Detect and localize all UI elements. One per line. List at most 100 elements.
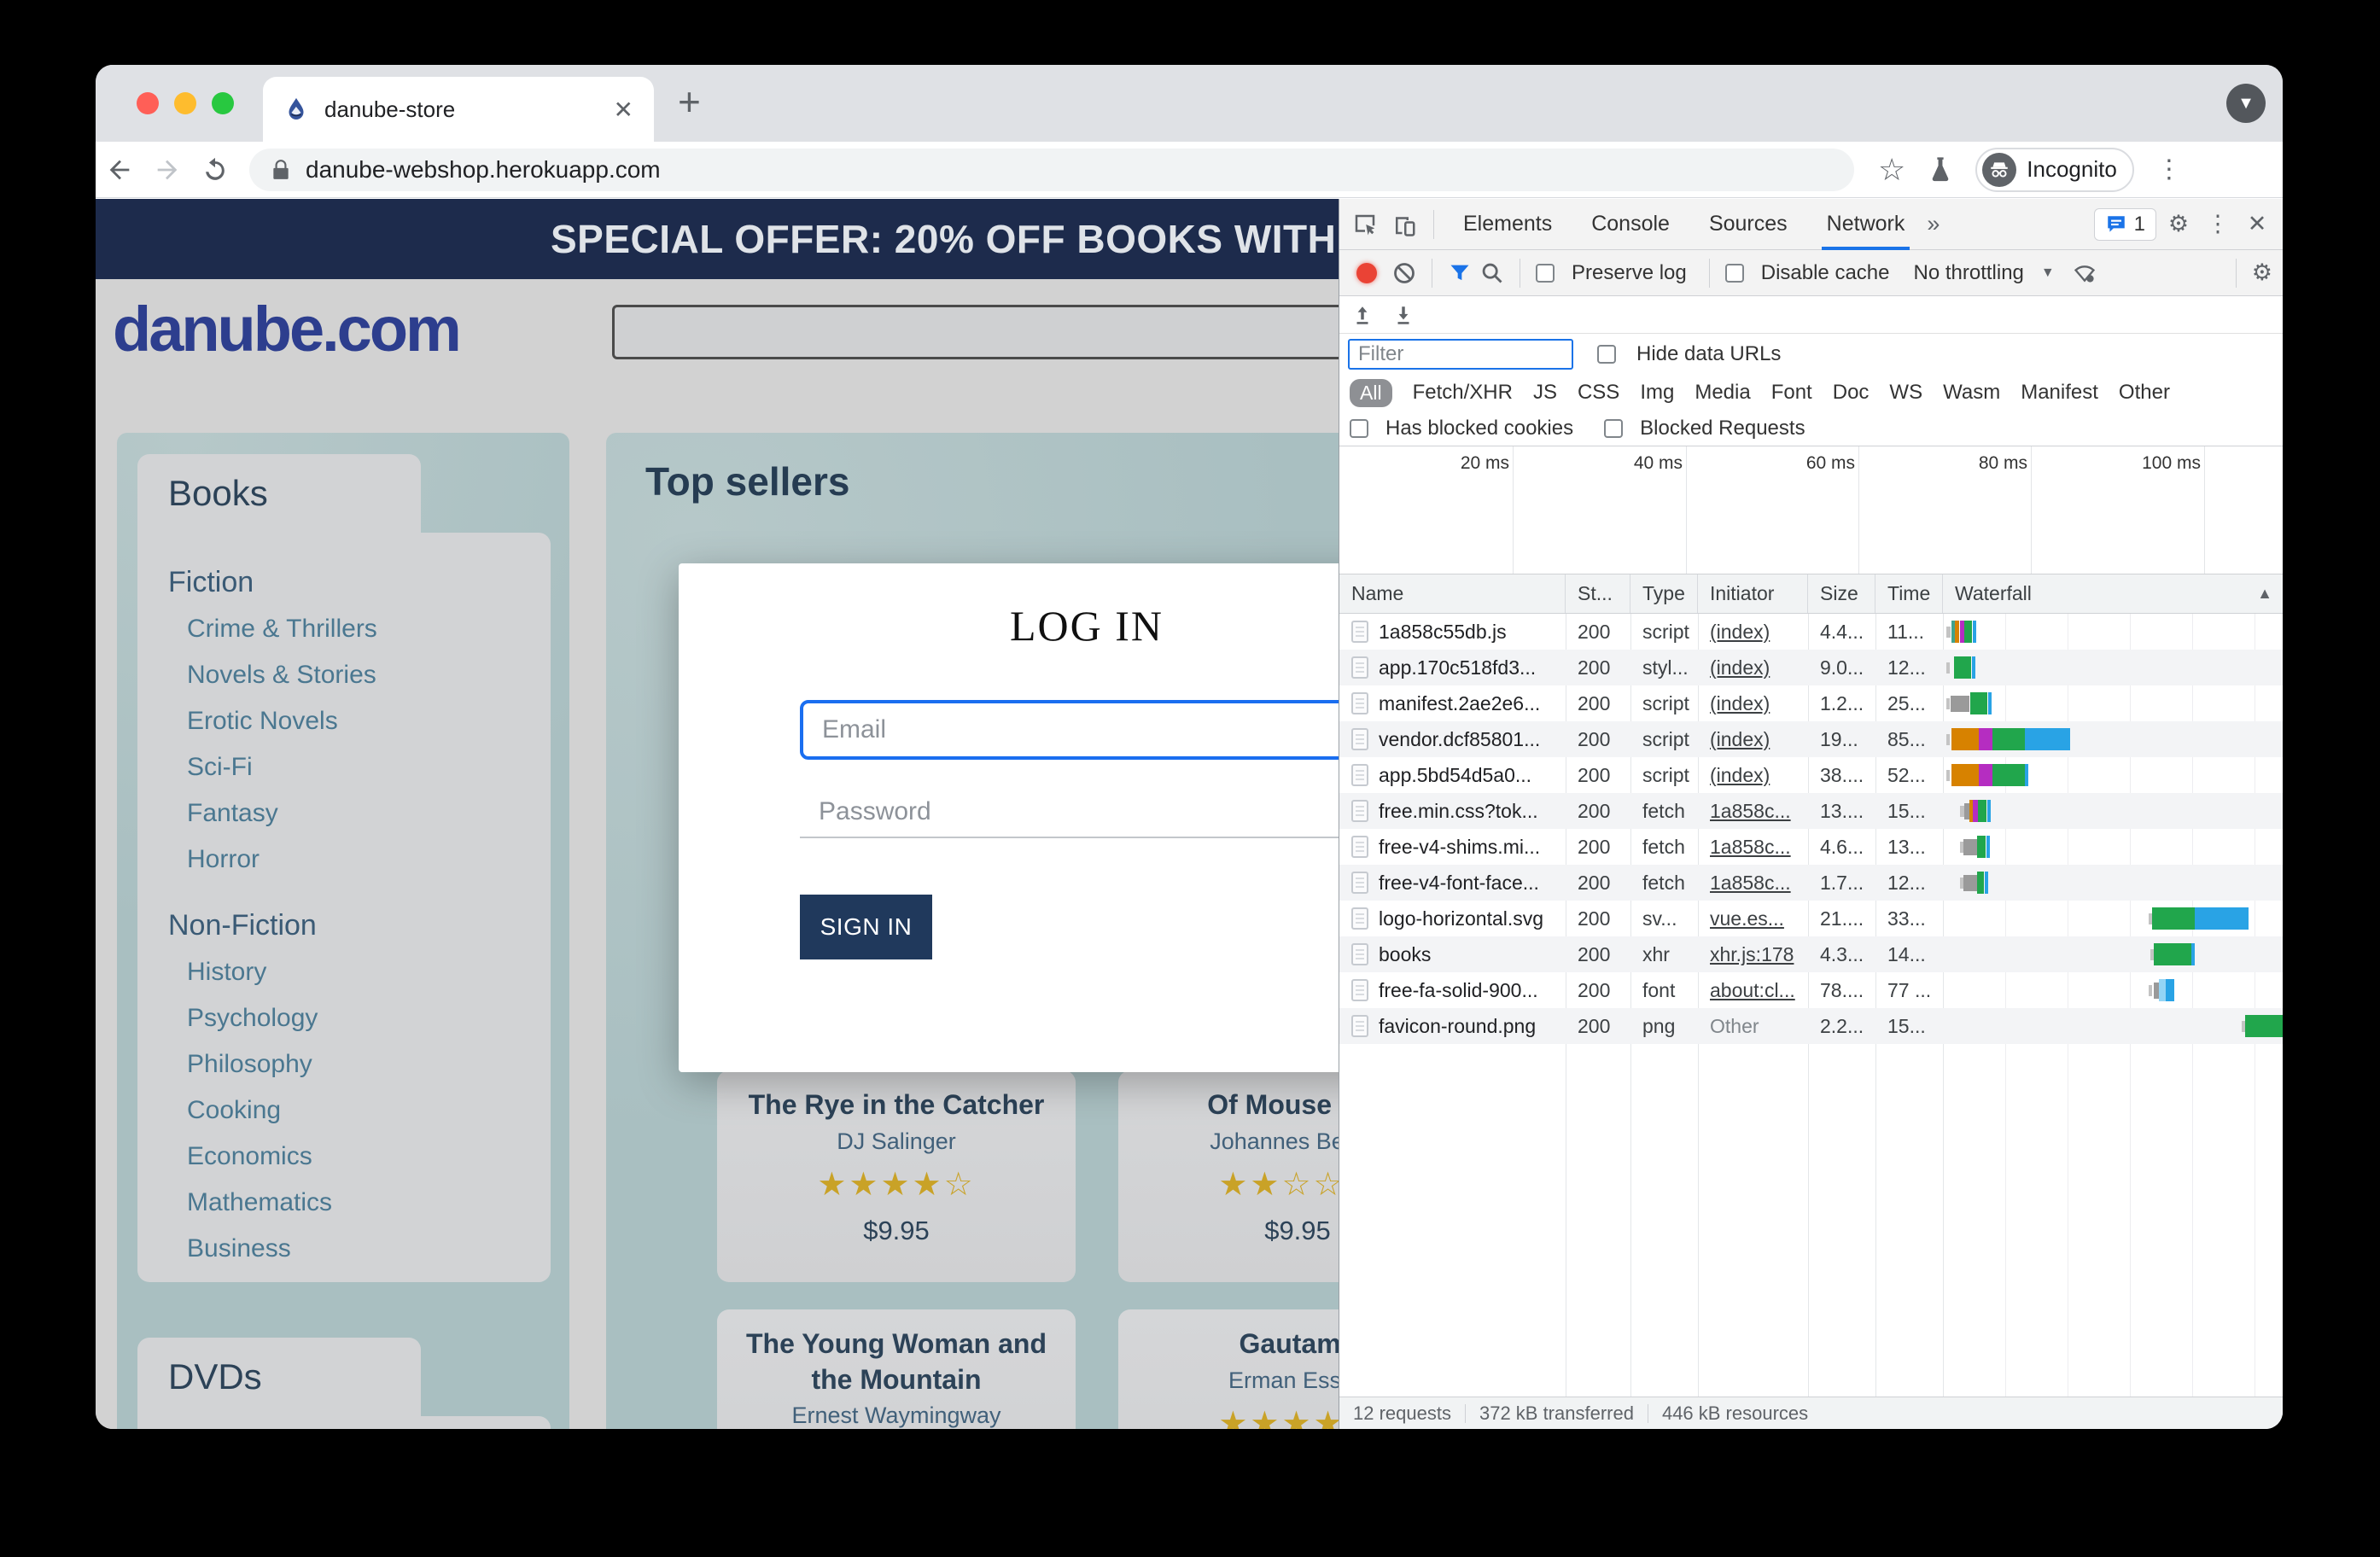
tab-console[interactable]: Console [1574, 199, 1687, 250]
issues-badge[interactable]: 1 [2094, 208, 2156, 241]
chip-all[interactable]: All [1350, 379, 1392, 407]
email-field[interactable] [800, 700, 1339, 760]
chip-wasm[interactable]: Wasm [1943, 381, 2000, 405]
request-row[interactable]: free.min.css?tok... 200 fetch 1a858c... … [1339, 793, 2283, 829]
chip-doc[interactable]: Doc [1833, 381, 1870, 405]
chip-other[interactable]: Other [2119, 381, 2170, 405]
chip-fetch-xhr[interactable]: Fetch/XHR [1413, 381, 1513, 405]
dvds-section-tab[interactable]: DVDs [137, 1338, 421, 1416]
more-tabs-icon[interactable]: » [1927, 211, 1940, 237]
hide-data-urls-checkbox[interactable] [1597, 345, 1616, 364]
sidebar-link-crime-thrillers[interactable]: Crime & Thrillers [168, 606, 551, 652]
request-row[interactable]: manifest.2ae2e6... 200 script (index) 1.… [1339, 685, 2283, 721]
column-status[interactable]: St... [1566, 574, 1630, 613]
search-input[interactable] [612, 305, 1339, 359]
inspect-element-icon[interactable] [1348, 212, 1382, 237]
network-filter-input[interactable] [1348, 339, 1573, 370]
minimize-window-button[interactable] [174, 92, 196, 114]
book-card[interactable]: Gautama Erman Essen ★★★★☆ [1118, 1309, 1339, 1429]
site-logo[interactable]: danube.com [113, 293, 459, 365]
sidebar-link-philosophy[interactable]: Philosophy [168, 1041, 551, 1088]
url-bar[interactable]: danube-webshop.herokuapp.com [249, 149, 1854, 191]
sidebar-link-economics[interactable]: Economics [168, 1134, 551, 1180]
chip-manifest[interactable]: Manifest [2021, 381, 2098, 405]
sidebar-link-fantasy[interactable]: Fantasy [168, 790, 551, 837]
export-har-icon[interactable] [1392, 303, 1415, 327]
request-row[interactable]: free-v4-shims.mi... 200 fetch 1a858c... … [1339, 829, 2283, 865]
books-section-tab[interactable]: Books [137, 454, 421, 533]
network-settings-icon[interactable]: ⚙ [2252, 260, 2272, 286]
book-title[interactable]: The Rye in the Catcher [717, 1088, 1076, 1123]
clear-network-log-icon[interactable] [1392, 261, 1416, 285]
incognito-badge[interactable]: Incognito [1975, 148, 2134, 192]
disable-cache-checkbox[interactable] [1725, 264, 1744, 283]
preserve-log-checkbox[interactable] [1536, 264, 1555, 283]
book-card[interactable]: Of Mouse and Johannes Beckst ★★☆☆☆ $9.95 [1118, 1070, 1339, 1282]
sidebar-link-horror[interactable]: Horror [168, 837, 551, 883]
sidebar-link-finance[interactable]: Finance [168, 1272, 551, 1282]
sidebar-link-cooking[interactable]: Cooking [168, 1088, 551, 1134]
request-row[interactable]: logo-horizontal.svg 200 sv... vue.es... … [1339, 901, 2283, 936]
sidebar-link-sci-fi[interactable]: Sci-Fi [168, 744, 551, 790]
column-initiator[interactable]: Initiator [1698, 574, 1808, 613]
sidebar-link-novels-stories[interactable]: Novels & Stories [168, 652, 551, 698]
chip-img[interactable]: Img [1640, 381, 1674, 405]
new-tab-button[interactable]: + [678, 79, 701, 125]
devtools-close-icon[interactable]: ✕ [2240, 211, 2274, 237]
sidebar-link-erotic-novels[interactable]: Erotic Novels [168, 698, 551, 744]
close-window-button[interactable] [137, 92, 159, 114]
search-network-icon[interactable] [1480, 261, 1504, 285]
sidebar-link-psychology[interactable]: Psychology [168, 995, 551, 1041]
sidebar-link-business[interactable]: Business [168, 1226, 551, 1272]
blocked-requests-checkbox[interactable] [1604, 419, 1623, 438]
tab-elements[interactable]: Elements [1446, 199, 1569, 250]
request-row[interactable]: app.170c518fd3... 200 styl... (index) 9.… [1339, 650, 2283, 685]
sidebar-link-history[interactable]: History [168, 949, 551, 995]
book-title[interactable]: Gautama [1118, 1327, 1339, 1362]
back-icon[interactable] [96, 155, 143, 184]
zoom-window-button[interactable] [212, 92, 234, 114]
column-waterfall[interactable]: Waterfall ▲ [1943, 574, 2283, 613]
browser-tab[interactable]: danube-store ✕ [263, 77, 654, 142]
request-row[interactable]: vendor.dcf85801... 200 script (index) 19… [1339, 721, 2283, 757]
devtools-menu-icon[interactable]: ⋮ [2201, 211, 2235, 237]
book-title[interactable]: Of Mouse and [1118, 1088, 1339, 1123]
devtools-settings-icon[interactable]: ⚙ [2161, 211, 2196, 237]
book-title[interactable]: The Young Woman and the Mountain [717, 1327, 1076, 1397]
tab-search-button[interactable]: ▼ [2226, 84, 2266, 123]
request-row[interactable]: free-fa-solid-900... 200 font about:cl..… [1339, 972, 2283, 1008]
tab-close-icon[interactable]: ✕ [614, 96, 633, 124]
bookmark-star-icon[interactable]: ☆ [1878, 152, 1905, 188]
forward-icon[interactable] [143, 155, 191, 184]
password-field[interactable] [800, 787, 1339, 838]
has-blocked-cookies-checkbox[interactable] [1350, 419, 1368, 438]
chip-js[interactable]: JS [1533, 381, 1557, 405]
experiments-flask-icon[interactable] [1928, 155, 1953, 184]
tab-sources[interactable]: Sources [1692, 199, 1805, 250]
reload-icon[interactable] [191, 155, 239, 184]
column-type[interactable]: Type [1630, 574, 1698, 613]
book-card[interactable]: The Rye in the Catcher DJ Salinger ★★★★☆… [717, 1070, 1076, 1282]
throttling-dropdown-icon[interactable]: ▼ [2041, 265, 2055, 281]
device-toolbar-icon[interactable] [1387, 212, 1421, 237]
request-row[interactable]: free-v4-font-face... 200 fetch 1a858c...… [1339, 865, 2283, 901]
filter-funnel-icon[interactable] [1448, 261, 1472, 285]
tab-network[interactable]: Network [1810, 199, 1922, 250]
request-row[interactable]: favicon-round.png 200 png Other 2.2... 1… [1339, 1008, 2283, 1044]
throttling-select[interactable]: No throttling [1913, 261, 2023, 285]
column-time[interactable]: Time [1875, 574, 1943, 613]
chip-font[interactable]: Font [1771, 381, 1812, 405]
request-row[interactable]: 1a858c55db.js 200 script (index) 4.4... … [1339, 614, 2283, 650]
record-network-log-icon[interactable] [1356, 263, 1377, 283]
import-har-icon[interactable] [1351, 303, 1374, 327]
network-conditions-icon[interactable] [2072, 261, 2097, 285]
book-card[interactable]: The Young Woman and the Mountain Ernest … [717, 1309, 1076, 1429]
request-row[interactable]: books 200 xhr xhr.js:178 4.3... 14... [1339, 936, 2283, 972]
request-row[interactable]: app.5bd54d5a0... 200 script (index) 38..… [1339, 757, 2283, 793]
column-size[interactable]: Size [1808, 574, 1875, 613]
sidebar-link-mathematics[interactable]: Mathematics [168, 1180, 551, 1226]
chip-media[interactable]: Media [1695, 381, 1750, 405]
browser-menu-icon[interactable]: ⋮ [2156, 155, 2182, 184]
column-name[interactable]: Name [1339, 574, 1566, 613]
chip-ws[interactable]: WS [1889, 381, 1922, 405]
